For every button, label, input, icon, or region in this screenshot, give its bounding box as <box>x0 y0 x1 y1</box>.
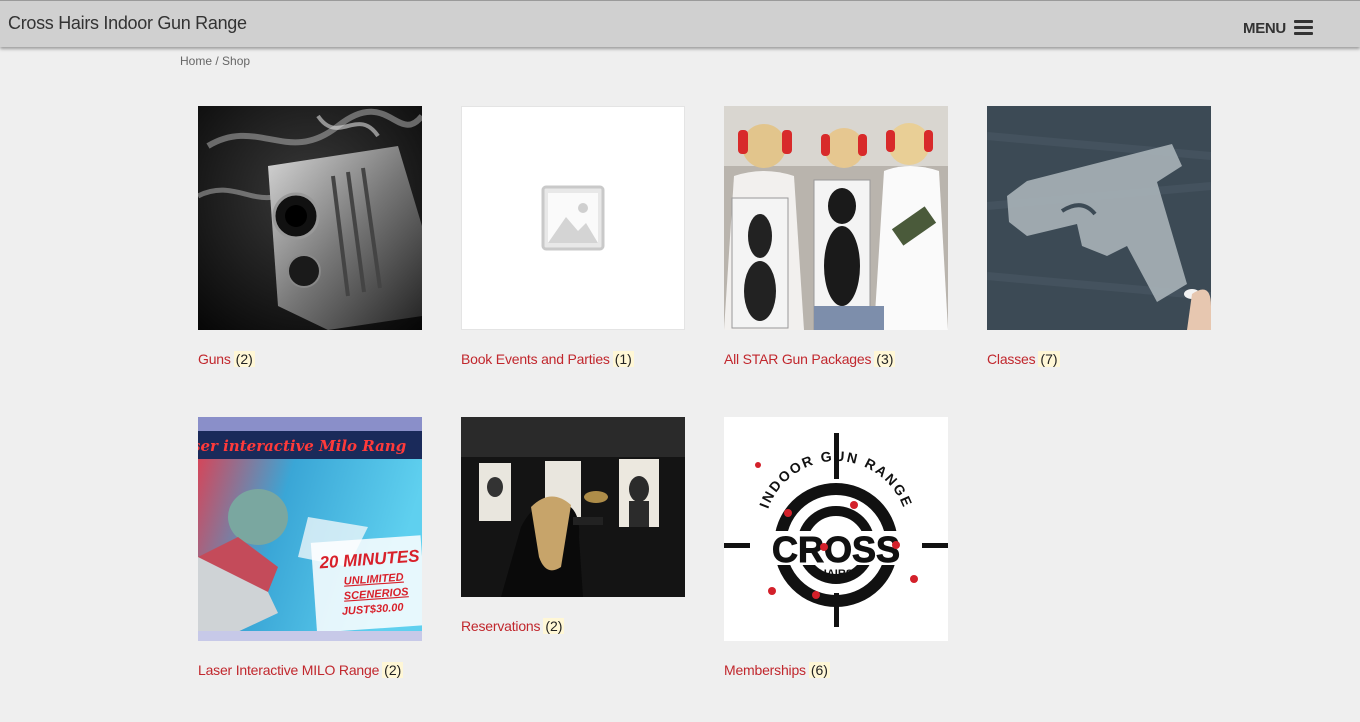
category-label: Guns (2) <box>198 351 255 367</box>
site-header: Cross Hairs Indoor Gun Range MENU <box>0 0 1360 47</box>
category-label: Laser Interactive MILO Range (2) <box>198 662 404 678</box>
category-link-memberships[interactable]: Memberships <box>724 662 806 678</box>
category-image-memberships[interactable]: INDOOR GUN RANGE CROSS HAIRS <box>724 417 948 641</box>
category-count: (2) <box>382 662 404 678</box>
handgun-smoke-photo <box>198 106 422 330</box>
menu-label: MENU <box>1243 19 1286 37</box>
hamburger-icon <box>1293 20 1313 36</box>
category-label: Reservations (2) <box>461 618 565 634</box>
category-image-all-star[interactable] <box>724 106 948 330</box>
placeholder-image-icon <box>541 185 605 251</box>
category-card-all-star: All STAR Gun Packages (3) <box>724 106 948 367</box>
menu-button[interactable]: MENU <box>1243 18 1313 38</box>
category-image-milo[interactable]: ser interactive Milo Rang 20 MINUTES UNL… <box>198 417 422 641</box>
shooter-at-range-photo <box>461 417 685 597</box>
milo-range-promo: ser interactive Milo Rang 20 MINUTES UNL… <box>198 417 422 641</box>
category-card-memberships: INDOOR GUN RANGE CROSS HAIRS Memberships… <box>724 417 948 678</box>
category-count: (2) <box>233 351 255 367</box>
breadcrumb-separator: / <box>212 54 223 68</box>
category-count: (1) <box>612 351 634 367</box>
category-count: (2) <box>543 618 565 634</box>
category-image-guns[interactable] <box>198 106 422 330</box>
category-card-reservations: Reservations (2) <box>461 417 685 634</box>
women-with-targets-photo <box>724 106 948 330</box>
category-image-classes[interactable] <box>987 106 1211 330</box>
category-label: Memberships (6) <box>724 662 830 678</box>
category-link-milo[interactable]: Laser Interactive MILO Range <box>198 662 379 678</box>
category-count: (6) <box>808 662 830 678</box>
chalk-pistol-drawing <box>987 106 1211 330</box>
milo-banner-text: ser interactive Milo Rang <box>198 437 406 455</box>
category-card-book-events: Book Events and Parties (1) <box>461 106 685 367</box>
category-link-book-events[interactable]: Book Events and Parties <box>461 351 610 367</box>
site-title[interactable]: Cross Hairs Indoor Gun Range <box>8 13 247 34</box>
breadcrumb: Home / Shop <box>180 54 250 68</box>
category-count: (3) <box>874 351 896 367</box>
category-label: Classes (7) <box>987 351 1060 367</box>
cross-hairs-logo: INDOOR GUN RANGE CROSS HAIRS <box>724 417 948 641</box>
breadcrumb-home[interactable]: Home <box>180 54 212 68</box>
category-link-reservations[interactable]: Reservations <box>461 618 541 634</box>
category-label: All STAR Gun Packages (3) <box>724 351 896 367</box>
breadcrumb-current: Shop <box>222 54 251 68</box>
category-card-classes: Classes (7) <box>987 106 1211 367</box>
category-count: (7) <box>1038 351 1060 367</box>
category-image-book-events[interactable] <box>461 106 685 330</box>
logo-cross-text: CROSS <box>772 529 900 570</box>
category-link-guns[interactable]: Guns <box>198 351 231 367</box>
category-card-guns: Guns (2) <box>198 106 422 367</box>
category-card-milo: ser interactive Milo Rang 20 MINUTES UNL… <box>198 417 422 678</box>
category-image-reservations[interactable] <box>461 417 685 597</box>
category-link-classes[interactable]: Classes <box>987 351 1036 367</box>
logo-hairs-text: HAIRS <box>819 568 853 580</box>
category-label: Book Events and Parties (1) <box>461 351 634 367</box>
category-link-all-star[interactable]: All STAR Gun Packages <box>724 351 871 367</box>
